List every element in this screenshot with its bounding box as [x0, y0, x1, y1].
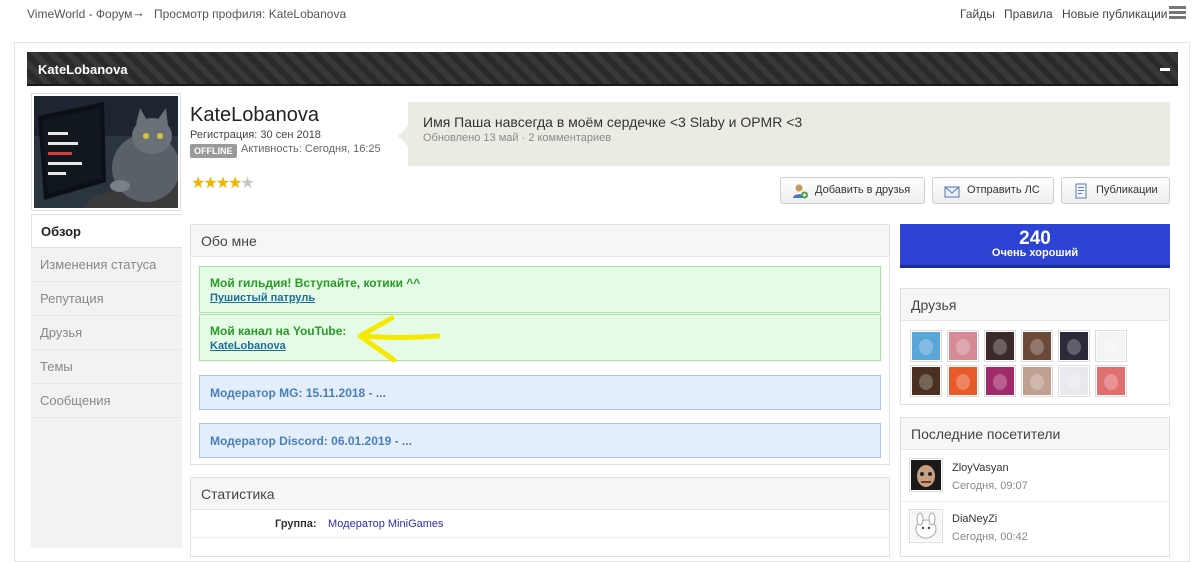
rules-link[interactable]: Правила [1004, 7, 1053, 21]
about-youtube-block: Мой канал на YouTube: KateLobanova [199, 314, 881, 361]
friend-avatar[interactable] [984, 365, 1016, 397]
envelope-icon [944, 186, 960, 198]
friend-avatar-image [1023, 367, 1051, 395]
avatar-cat-laptop-image [34, 96, 178, 208]
visitor-name[interactable]: DiaNeyZi [952, 513, 997, 525]
moderator-discord-text: Модератор Discord: 06.01.2019 - ... [210, 434, 412, 448]
moderator-mg-text: Модератор MG: 15.11.2018 - ... [210, 386, 386, 400]
breadcrumb-current: Просмотр профиля: KateLobanova [154, 7, 347, 21]
stats-group-value[interactable]: Модератор MiniGames [328, 518, 444, 530]
reputation-box[interactable]: 240 Очень хороший [900, 224, 1170, 268]
guides-link[interactable]: Гайды [960, 7, 995, 21]
profile-nav: Обзор Изменения статуса Репутация Друзья… [31, 214, 182, 418]
friends-panel: Друзья [900, 288, 1170, 405]
add-friend-button[interactable]: Добавить в друзья [780, 177, 925, 204]
visitor-avatar-image [911, 511, 941, 541]
friend-avatar[interactable] [947, 330, 979, 362]
status-text: Имя Паша навсегда в моём сердечке <3 Sla… [423, 114, 803, 130]
username: KateLobanova [190, 104, 320, 126]
top-bar: VimeWorld - Форум → Просмотр профиля: Ka… [0, 0, 1203, 28]
tab-messages[interactable]: Сообщения [31, 384, 182, 418]
friend-avatar-image [986, 367, 1014, 395]
posts-label: Публикации [1096, 184, 1158, 196]
friend-avatar-image [1023, 332, 1051, 360]
tab-topics[interactable]: Темы [31, 350, 182, 384]
friend-avatar-image [986, 332, 1014, 360]
reputation-label: Очень хороший [991, 247, 1079, 259]
friend-avatar-image [1060, 367, 1088, 395]
visitor-time: Сегодня, 00:42 [952, 531, 1028, 543]
stats-group-label: Группа: [275, 518, 317, 530]
friend-avatar[interactable] [947, 365, 979, 397]
youtube-title: Мой канал на YouTube: [210, 324, 347, 338]
last-visitors-panel: Последние посетители ZloyVasyan Сегодня,… [900, 417, 1170, 557]
friend-avatar-image [1097, 367, 1125, 395]
friend-avatar-image [912, 332, 940, 360]
new-posts-link[interactable]: Новые публикации [1062, 7, 1168, 21]
friend-avatar[interactable] [1058, 365, 1090, 397]
status-badge: OFFLINE [190, 144, 237, 158]
friend-avatar-image [912, 367, 940, 395]
guild-link[interactable]: Пушистый патруль [210, 292, 315, 304]
visitor-item[interactable]: ZloyVasyan Сегодня, 09:07 [901, 452, 1169, 502]
friend-avatar[interactable] [984, 330, 1016, 362]
send-pm-label: Отправить ЛС [967, 184, 1040, 196]
rating-stars[interactable]: ★★★★★ [191, 175, 255, 192]
friend-avatar[interactable] [1095, 330, 1127, 362]
profile-header-bar: KateLobanova [27, 52, 1178, 86]
friend-avatar[interactable] [1021, 365, 1053, 397]
moderator-mg-block: Модератор MG: 15.11.2018 - ... [199, 375, 881, 410]
tab-status-changes[interactable]: Изменения статуса [31, 248, 182, 282]
breadcrumb-separator: → [132, 5, 145, 20]
friend-avatar-image [949, 332, 977, 360]
friend-avatar-image [1097, 332, 1125, 360]
friend-avatar[interactable] [1021, 330, 1053, 362]
guild-title: Мой гильдия! Вступайте, котики ^^ [210, 276, 421, 290]
tab-overview[interactable]: Обзор [31, 214, 182, 248]
registration-date: Регистрация: 30 сен 2018 [190, 129, 321, 141]
star-empty-icon[interactable]: ★ [240, 175, 254, 192]
friends-title: Друзья [901, 289, 1169, 321]
statistics-title: Статистика [191, 478, 889, 510]
friend-avatar[interactable] [1058, 330, 1090, 362]
friend-avatar[interactable] [1095, 365, 1127, 397]
user-add-icon [793, 184, 808, 199]
status-update-bubble[interactable]: Имя Паша навсегда в моём сердечке <3 Sla… [398, 102, 1170, 166]
visitor-name[interactable]: ZloyVasyan [952, 462, 1009, 474]
collapse-icon[interactable] [1160, 68, 1170, 71]
last-activity: Активность: Сегодня, 16:25 [241, 143, 381, 155]
tab-reputation[interactable]: Репутация [31, 282, 182, 316]
visitor-avatar[interactable] [909, 458, 943, 492]
tab-friends[interactable]: Друзья [31, 316, 182, 350]
moderator-discord-block: Модератор Discord: 06.01.2019 - ... [199, 423, 881, 458]
last-visitors-title: Последние посетители [901, 418, 1169, 450]
friend-avatar-image [1060, 332, 1088, 360]
about-me-title: Обо мне [191, 225, 889, 257]
status-meta: Обновлено 13 май · 2 комментариев [423, 132, 612, 144]
breadcrumb-forum-link[interactable]: VimeWorld - Форум [27, 7, 132, 21]
youtube-link[interactable]: KateLobanova [210, 340, 286, 352]
about-me-panel: Обо мне Мой гильдия! Вступайте, котики ^… [190, 224, 890, 465]
document-icon [1075, 183, 1087, 199]
profile-header-name: KateLobanova [38, 62, 128, 77]
visitor-avatar-image [911, 460, 941, 490]
stats-divider [191, 537, 889, 538]
friend-avatar[interactable] [910, 330, 942, 362]
posts-button[interactable]: Публикации [1061, 177, 1170, 204]
friend-avatar[interactable] [910, 365, 942, 397]
visitor-avatar[interactable] [909, 509, 943, 543]
send-pm-button[interactable]: Отправить ЛС [932, 177, 1054, 204]
about-guild-block: Мой гильдия! Вступайте, котики ^^ Пушист… [199, 266, 881, 313]
menu-icon[interactable] [1169, 6, 1186, 20]
profile-nav-background [31, 418, 182, 548]
friend-avatar-image [949, 367, 977, 395]
visitor-time: Сегодня, 09:07 [952, 480, 1028, 492]
profile-avatar [31, 93, 181, 211]
add-friend-label: Добавить в друзья [815, 184, 911, 196]
statistics-panel: Статистика Группа: Модератор MiniGames [190, 477, 890, 557]
